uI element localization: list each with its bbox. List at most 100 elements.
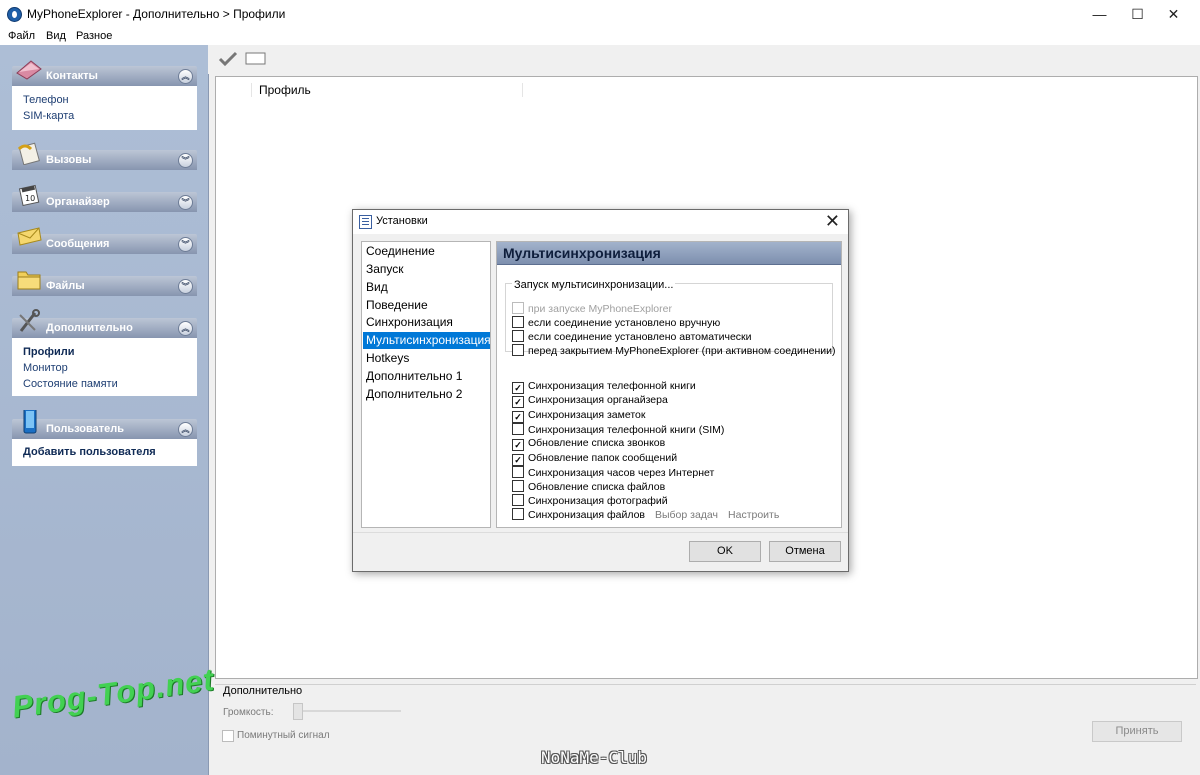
sidebar-group-contacts[interactable]: Контакты ︽ xyxy=(12,60,197,86)
launch-manual-option[interactable]: если соединение установлено вручную xyxy=(512,316,720,330)
checkbox-label: Синхронизация файлов xyxy=(528,509,645,521)
sidebar-item-profiles[interactable]: Профили xyxy=(23,346,74,358)
chevron-up-icon[interactable]: ︽ xyxy=(178,321,193,336)
minute-beep-checkbox[interactable] xyxy=(222,730,234,742)
checkbox[interactable] xyxy=(512,344,524,356)
sync-files-option[interactable]: Синхронизация файлов Выбор задач Настроить xyxy=(512,508,779,522)
close-button[interactable]: ✕ xyxy=(1151,0,1196,28)
checkbox-label: Обновление списка звонков xyxy=(528,437,666,449)
volume-slider-track[interactable] xyxy=(295,710,401,712)
settings-nav-list: Соединение Запуск Вид Поведение Синхрони… xyxy=(361,241,491,528)
launch-group-label: Запуск мультисинхронизации... xyxy=(512,279,676,291)
sidebar-group-label: Сообщения xyxy=(46,238,110,250)
sync-notes-option[interactable]: ✓ Синхронизация заметок xyxy=(512,409,645,423)
apply-button[interactable]: Принять xyxy=(1092,721,1182,742)
dialog-close-icon[interactable]: ✕ xyxy=(825,211,840,232)
checkbox-label: если соединение установлено автоматическ… xyxy=(528,331,752,343)
checkbox-checked[interactable]: ✓ xyxy=(512,439,524,451)
sidebar-item-add-user[interactable]: Добавить пользователя xyxy=(23,446,156,458)
app-logo-icon xyxy=(7,7,22,22)
configure-link[interactable]: Настроить xyxy=(728,509,779,521)
bottom-divider xyxy=(215,684,1196,685)
launch-auto-option[interactable]: если соединение установлено автоматическ… xyxy=(512,330,752,344)
update-files-option[interactable]: Обновление списка файлов xyxy=(512,480,665,494)
checkbox-checked[interactable]: ✓ xyxy=(512,396,524,408)
sync-photos-option[interactable]: Синхронизация фотографий xyxy=(512,494,668,508)
update-calls-option[interactable]: ✓ Обновление списка звонков xyxy=(512,437,665,451)
checkbox[interactable] xyxy=(512,466,524,478)
checkbox-label: Синхронизация фотографий xyxy=(528,495,668,507)
sidebar-item-monitor[interactable]: Монитор xyxy=(23,362,68,374)
sync-sim-phonebook-option[interactable]: Синхронизация телефонной книги (SIM) xyxy=(512,423,724,437)
launch-on-start-option[interactable]: при запуске MyPhoneExplorer xyxy=(512,302,672,316)
chevron-down-icon[interactable]: ︾ xyxy=(178,195,193,210)
rectangle-icon[interactable] xyxy=(245,52,266,65)
checkbox[interactable] xyxy=(512,316,524,328)
nav-item-sync[interactable]: Синхронизация xyxy=(363,314,490,331)
choose-tasks-link[interactable]: Выбор задач xyxy=(655,509,718,521)
checkbox[interactable] xyxy=(512,423,524,435)
sidebar-group-calls[interactable]: Вызовы ︾ xyxy=(12,142,197,170)
checkbox-checked[interactable]: ✓ xyxy=(512,382,524,394)
volume-slider-thumb[interactable] xyxy=(293,703,303,720)
checkbox-label: Синхронизация органайзера xyxy=(528,394,668,406)
checkbox-label: если соединение установлено вручную xyxy=(528,317,721,329)
checkmark-icon[interactable] xyxy=(218,51,238,67)
column-header-label: Профиль xyxy=(259,83,311,97)
bottom-panel-title: Дополнительно xyxy=(223,685,303,697)
nav-item-connection[interactable]: Соединение xyxy=(363,243,490,260)
sidebar-group-label: Вызовы xyxy=(46,154,92,166)
nav-item-behavior[interactable]: Поведение xyxy=(363,297,490,314)
launch-before-close-option[interactable]: перед закрытием MyPhoneExplorer (при акт… xyxy=(512,344,836,358)
tools-icon xyxy=(19,309,40,332)
checkbox[interactable] xyxy=(512,302,524,314)
checkbox[interactable] xyxy=(512,480,524,492)
sidebar-group-files[interactable]: Файлы ︾ xyxy=(12,271,197,296)
nav-item-multisync[interactable]: Мультисинхронизация xyxy=(363,332,491,349)
checkbox[interactable] xyxy=(512,330,524,342)
update-messages-option[interactable]: ✓ Обновление папок сообщений xyxy=(512,452,677,466)
chevron-up-icon[interactable]: ︽ xyxy=(178,69,193,84)
ok-button[interactable]: OK xyxy=(689,541,761,562)
sidebar-group-user[interactable]: Пользователь ︽ xyxy=(12,410,197,439)
checkbox-label: Обновление папок сообщений xyxy=(528,452,678,464)
chevron-down-icon[interactable]: ︾ xyxy=(178,279,193,294)
nav-item-extra1[interactable]: Дополнительно 1 xyxy=(363,368,490,385)
sidebar-item-phone[interactable]: Телефон xyxy=(23,94,69,106)
dialog-title-bar: Установки ✕ xyxy=(353,210,848,234)
menu-file[interactable]: Файл xyxy=(8,30,35,42)
cancel-button[interactable]: Отмена xyxy=(769,541,841,562)
sidebar-item-memory[interactable]: Состояние памяти xyxy=(23,378,118,390)
volume-label: Громкость: xyxy=(223,707,274,718)
checkbox[interactable] xyxy=(512,508,524,520)
nav-item-startup[interactable]: Запуск xyxy=(363,261,490,278)
sidebar-group-label: Органайзер xyxy=(46,196,110,208)
sync-clock-option[interactable]: Синхронизация часов через Интернет xyxy=(512,466,714,480)
chevron-up-icon[interactable]: ︽ xyxy=(178,422,193,437)
title-bar: MyPhoneExplorer - Дополнительно > Профил… xyxy=(0,0,1200,28)
settings-list-icon xyxy=(359,215,372,229)
checkbox[interactable] xyxy=(512,494,524,506)
sidebar-group-messages[interactable]: Сообщения ︾ xyxy=(12,227,197,254)
messages-icon xyxy=(17,227,42,246)
nav-item-hotkeys[interactable]: Hotkeys xyxy=(363,350,490,367)
sidebar-group-organizer[interactable]: 10 Органайзер ︾ xyxy=(12,184,197,212)
checkbox-checked[interactable]: ✓ xyxy=(512,411,524,423)
pane-title: Мультисинхронизация xyxy=(503,245,661,261)
checkbox-checked[interactable]: ✓ xyxy=(512,454,524,466)
menu-misc[interactable]: Разное xyxy=(76,30,112,42)
nav-item-view[interactable]: Вид xyxy=(363,279,490,296)
column-header-profile[interactable]: Профиль xyxy=(251,83,523,97)
contacts-icon xyxy=(16,60,42,80)
chevron-down-icon[interactable]: ︾ xyxy=(178,237,193,252)
menu-bar: Файл Вид Разное xyxy=(0,28,1200,45)
nav-item-extra2[interactable]: Дополнительно 2 xyxy=(363,386,490,403)
sidebar-item-sim[interactable]: SIM-карта xyxy=(23,110,74,122)
sidebar-group-extra[interactable]: Дополнительно ︽ xyxy=(12,309,197,338)
watermark-noname-club: NoNaMe-Club xyxy=(541,748,647,767)
sync-phonebook-option[interactable]: ✓ Синхронизация телефонной книги xyxy=(512,380,696,394)
sync-organizer-option[interactable]: ✓ Синхронизация органайзера xyxy=(512,394,668,408)
menu-view[interactable]: Вид xyxy=(46,30,66,42)
chevron-down-icon[interactable]: ︾ xyxy=(178,153,193,168)
checkbox-label: Синхронизация часов через Интернет xyxy=(528,467,715,479)
